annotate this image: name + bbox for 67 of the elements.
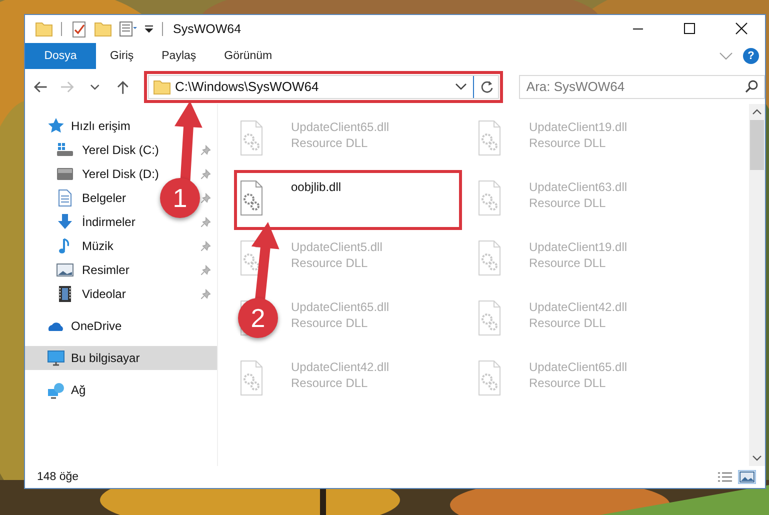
scroll-up-icon[interactable] [752,109,762,115]
file-gear-icon [478,180,502,216]
sidebar-item-label: Bu bilgisayar [71,351,140,365]
file-type: Resource DLL [529,256,607,270]
ribbon-tab[interactable]: Paylaş [148,43,210,69]
file-type: Resource DLL [291,256,369,270]
download-arrow-icon [56,213,74,231]
customize-caret-icon[interactable] [144,24,154,34]
properties-icon[interactable] [118,20,138,38]
scrollbar[interactable] [749,104,765,466]
file-type: Resource DLL [529,376,607,390]
network-icon [47,381,65,399]
maximize-icon[interactable] [683,22,697,36]
refresh-icon[interactable] [480,80,494,94]
large-icons-view-icon[interactable] [739,471,755,483]
sidebar-item[interactable]: Ağ [71,383,86,397]
close-icon[interactable] [735,22,749,36]
file-type: Resource DLL [529,196,607,210]
item-count: 148 öğe [37,471,79,483]
scroll-down-icon[interactable] [752,455,762,461]
dropdown-caret-icon[interactable] [455,82,468,90]
star-icon [47,117,65,135]
sidebar-item[interactable]: Bu bilgisayar [25,346,217,370]
search-icon[interactable] [744,80,758,93]
picture-icon [56,261,74,279]
help-button[interactable]: ? [743,48,759,64]
ribbon-tab[interactable]: Giriş [96,43,148,69]
checklist-icon[interactable] [70,20,88,38]
folder-icon [152,78,171,96]
chevron-down-icon[interactable] [719,52,733,60]
up-arrow-icon[interactable] [116,80,130,94]
file-type: Resource DLL [291,316,369,330]
film-icon [56,285,74,303]
window-title: SysWOW64 [173,22,242,36]
details-view-icon[interactable] [717,471,733,483]
sidebar-item[interactable]: Hızlı erişim [71,119,130,133]
file-gear-icon [478,120,502,156]
drive-icon [56,165,74,183]
file-item[interactable]: oobjlib.dll [234,170,462,230]
sidebar-item[interactable]: OneDrive [71,319,122,333]
sidebar-item[interactable]: Yerel Disk (C:) [82,143,159,157]
file-gear-icon [478,360,502,396]
search-field[interactable]: Ara: SysWOW64 [519,74,765,98]
file-gear-icon [240,120,264,156]
scroll-thumb[interactable] [750,120,764,170]
computer-icon [47,349,65,367]
sidebar-item[interactable]: Müzik [82,239,114,253]
sidebar-item[interactable]: Belgeler [82,191,126,205]
file-gear-icon [240,360,264,396]
sidebar-item[interactable]: Yerel Disk (D:) [82,167,159,181]
ribbon-tab[interactable]: Görünüm [210,43,286,69]
file-type: Resource DLL [291,376,369,390]
file-type: Resource DLL [291,136,369,150]
file-name: oobjlib.dll [291,180,342,194]
file-type: Resource DLL [529,316,607,330]
sidebar-item[interactable]: İndirmeler [82,215,136,229]
file-gear-icon [240,180,264,216]
drive-icon [56,141,74,159]
file-gear-icon [478,300,502,336]
sidebar-item[interactable]: Resimler [82,263,130,277]
back-arrow-icon[interactable] [33,80,47,94]
sidebar-item[interactable]: Videolar [82,287,126,301]
address-text: C:\Windows\SysWOW64 [174,79,319,94]
file-menu-tab[interactable]: Dosya [25,43,96,69]
document-icon [56,189,74,207]
file-gear-icon [478,240,502,276]
file-type: Resource DLL [529,136,607,150]
